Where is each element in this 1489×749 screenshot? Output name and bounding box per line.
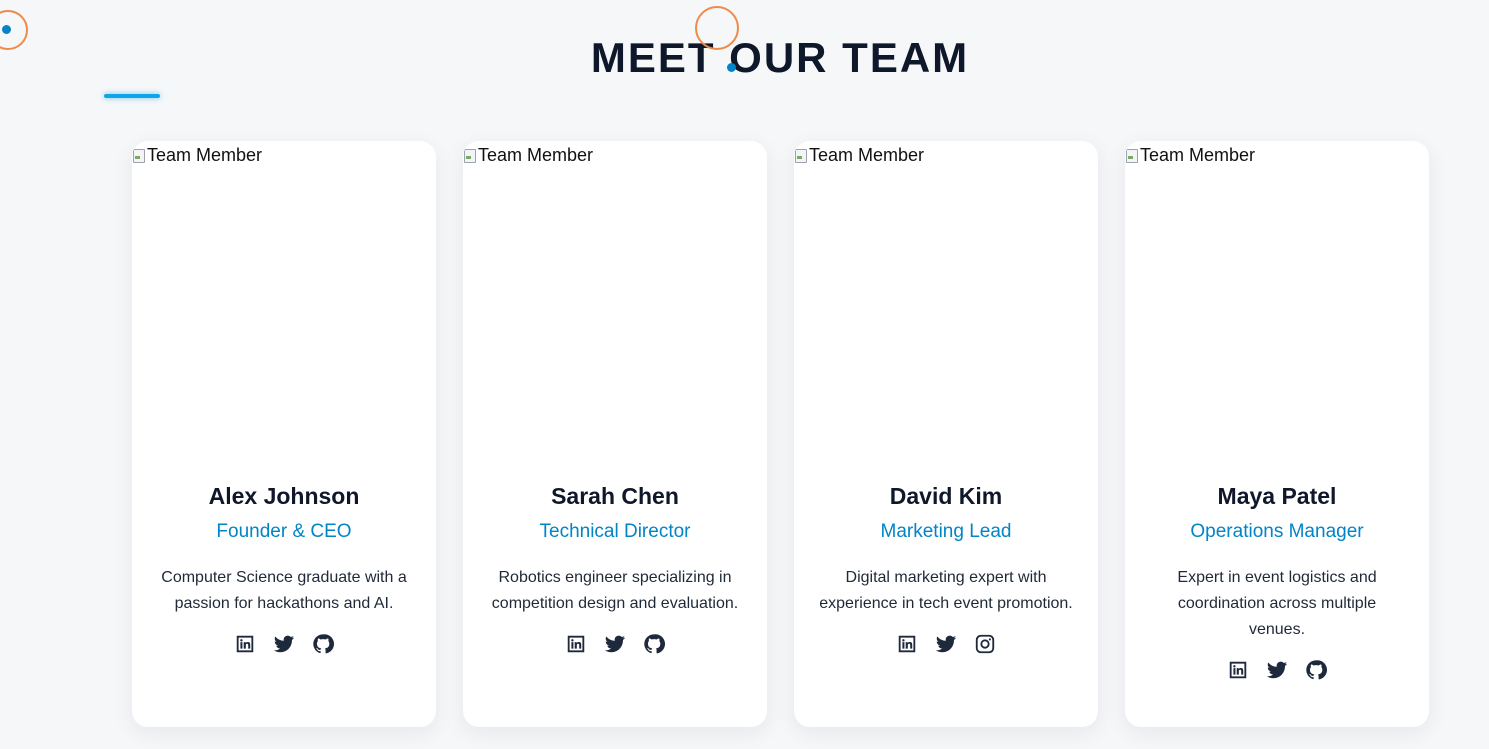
member-name: Maya Patel: [1217, 483, 1337, 509]
github-icon[interactable]: [312, 633, 334, 655]
member-name: Sarah Chen: [551, 483, 679, 509]
social-links: [1227, 659, 1327, 681]
social-links: [896, 633, 996, 655]
member-bio: Computer Science graduate with a passion…: [161, 569, 407, 612]
member-photo: Team Member: [1125, 141, 1429, 471]
title-underline: [104, 94, 160, 98]
team-card: Team Member Maya Patel Operations Manage…: [1125, 141, 1429, 727]
section-title: MEET OUR TEAM: [590, 34, 970, 81]
instagram-icon[interactable]: [974, 633, 996, 655]
member-photo: Team Member: [794, 141, 1098, 471]
twitter-icon[interactable]: [273, 633, 295, 655]
member-bio: Robotics engineer specializing in compet…: [491, 569, 739, 612]
cursor-dot-decoration: [727, 63, 736, 72]
cursor-ring-decoration: [695, 6, 739, 50]
github-icon[interactable]: [643, 633, 665, 655]
member-bio: Expert in event logistics and coordinati…: [1177, 569, 1377, 638]
twitter-icon[interactable]: [1266, 659, 1288, 681]
member-photo-alt: Team Member: [1140, 145, 1256, 165]
broken-image-icon: [794, 148, 808, 164]
social-links: [565, 633, 665, 655]
broken-image-icon: [132, 148, 146, 164]
social-links: [234, 633, 334, 655]
twitter-icon[interactable]: [935, 633, 957, 655]
linkedin-icon[interactable]: [1227, 659, 1249, 681]
linkedin-icon[interactable]: [896, 633, 918, 655]
member-bio: Digital marketing expert with experience…: [819, 569, 1073, 612]
member-role: Operations Manager: [1190, 521, 1364, 542]
linkedin-icon[interactable]: [565, 633, 587, 655]
member-photo-alt: Team Member: [809, 145, 925, 165]
broken-image-icon: [1125, 148, 1139, 164]
broken-image-icon: [463, 148, 477, 164]
member-photo: Team Member: [463, 141, 767, 471]
member-name: David Kim: [889, 483, 1003, 509]
member-name: Alex Johnson: [208, 483, 360, 509]
twitter-icon[interactable]: [604, 633, 626, 655]
member-role: Marketing Lead: [880, 521, 1012, 542]
member-role: Technical Director: [539, 521, 691, 542]
team-card: Team Member Alex Johnson Founder & CEO C…: [132, 141, 436, 727]
linkedin-icon[interactable]: [234, 633, 256, 655]
member-photo-alt: Team Member: [478, 145, 594, 165]
team-grid: Team Member Alex Johnson Founder & CEO C…: [132, 141, 1429, 727]
member-photo: Team Member: [132, 141, 436, 471]
team-card: Team Member Sarah Chen Technical Directo…: [463, 141, 767, 727]
member-photo-alt: Team Member: [147, 145, 263, 165]
member-role: Founder & CEO: [216, 521, 352, 542]
cursor-dot-decoration: [2, 25, 11, 34]
team-card: Team Member David Kim Marketing Lead Dig…: [794, 141, 1098, 727]
github-icon[interactable]: [1305, 659, 1327, 681]
